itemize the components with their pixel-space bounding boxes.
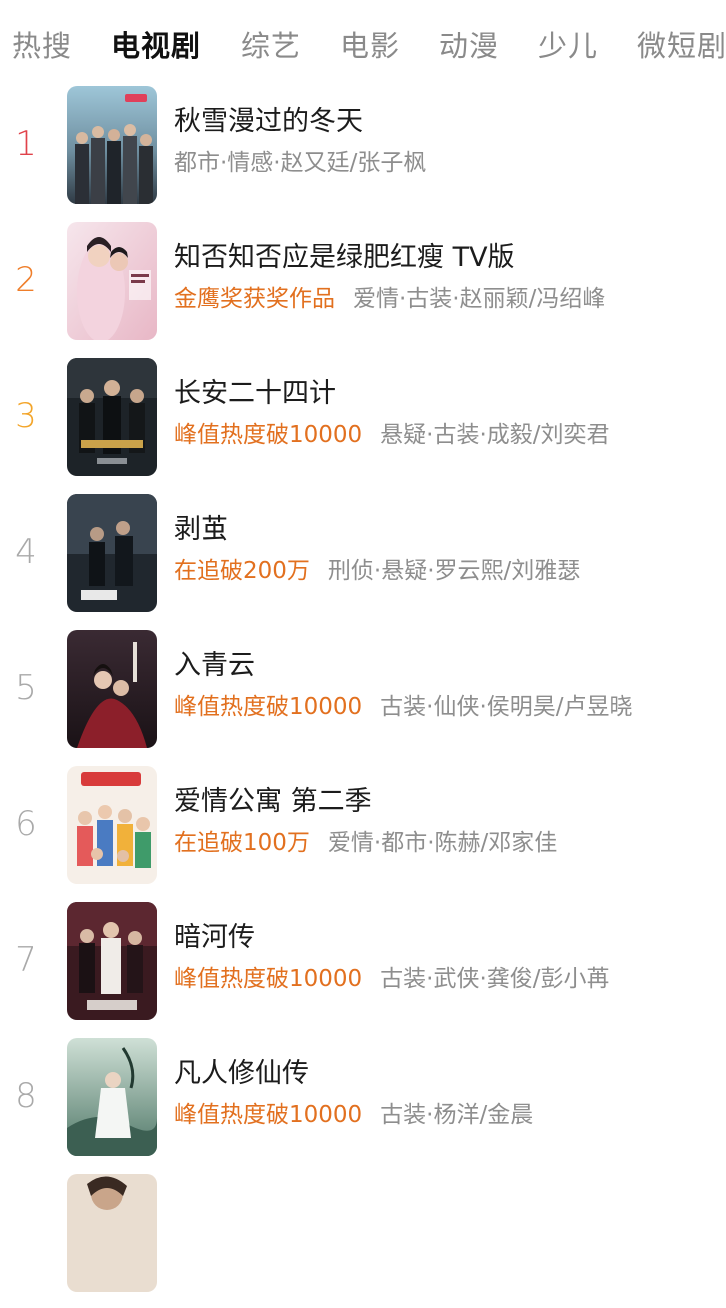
genre-cast-tags: 古装·仙侠·侯明昊/卢昱晓 — [380, 694, 633, 720]
show-meta: 峰值热度破10000 古装·杨洋/金晨 — [174, 1098, 533, 1132]
poster-thumbnail[interactable] — [67, 494, 157, 612]
poster-thumbnail[interactable] — [67, 1174, 157, 1292]
category-tab-bar: 热搜 电视剧 综艺 电影 动漫 少儿 微短剧 — [0, 0, 726, 92]
tab-anime[interactable]: 动漫 — [439, 24, 499, 68]
poster-thumbnail[interactable] — [67, 222, 157, 340]
tab-tv-series[interactable]: 电视剧 — [111, 24, 201, 68]
show-title: 长安二十四计 — [174, 378, 336, 409]
rank-number: 5 — [15, 668, 37, 708]
genre-cast-tags: 古装·杨洋/金晨 — [380, 1102, 534, 1128]
ranking-item[interactable]: 1 秋雪漫过的冬天 都市·情感·赵又廷/张子枫 — [0, 84, 726, 220]
tab-variety[interactable]: 综艺 — [241, 24, 301, 68]
show-title: 爱情公寓 第二季 — [174, 786, 372, 817]
ranking-item[interactable]: 2 知否知否应是绿肥红瘦 TV版 金鹰奖获奖作品 爱情·古装·赵丽颖/冯绍峰 — [0, 220, 726, 356]
genre-cast-tags: 古装·武侠·龚俊/彭小苒 — [380, 966, 610, 992]
tab-micro-drama[interactable]: 微短剧 — [637, 24, 726, 68]
highlight-badge: 在追破100万 — [174, 830, 310, 856]
show-title: 暗河传 — [174, 922, 255, 953]
rank-number: 3 — [15, 396, 37, 436]
genre-cast-tags: 悬疑·古装·成毅/刘奕君 — [380, 422, 610, 448]
genre-cast-tags: 爱情·都市·陈赫/邓家佳 — [327, 830, 558, 856]
show-title: 剥茧 — [174, 514, 228, 545]
poster-thumbnail[interactable] — [67, 902, 157, 1020]
poster-thumbnail[interactable] — [67, 766, 157, 884]
rank-number: 4 — [15, 532, 37, 572]
show-meta: 峰值热度破10000 古装·武侠·龚俊/彭小苒 — [174, 962, 610, 996]
highlight-badge: 峰值热度破10000 — [174, 1102, 363, 1128]
show-title: 凡人修仙传 — [174, 1058, 309, 1089]
tab-hot-search[interactable]: 热搜 — [12, 24, 72, 68]
rank-number: 6 — [15, 804, 37, 844]
rank-number: 7 — [15, 940, 37, 980]
poster-thumbnail[interactable] — [67, 630, 157, 748]
show-meta: 都市·情感·赵又廷/张子枫 — [174, 146, 426, 180]
poster-thumbnail[interactable] — [67, 86, 157, 204]
show-meta: 在追破200万 刑侦·悬疑·罗云熙/刘雅瑟 — [174, 554, 580, 588]
show-meta: 峰值热度破10000 古装·仙侠·侯明昊/卢昱晓 — [174, 690, 633, 724]
ranking-item[interactable]: 6 爱情公寓 第二季 在追破100万 爱情·都市·陈赫/邓家佳 — [0, 764, 726, 900]
show-title: 秋雪漫过的冬天 — [174, 106, 363, 137]
ranking-item[interactable]: 3 长安二十四计 峰值热度破10000 悬疑·古装·成毅/刘奕君 — [0, 356, 726, 492]
show-meta: 峰值热度破10000 悬疑·古装·成毅/刘奕君 — [174, 418, 610, 452]
tab-kids[interactable]: 少儿 — [538, 24, 598, 68]
genre-cast-tags: 刑侦·悬疑·罗云熙/刘雅瑟 — [327, 558, 581, 584]
rank-number: 1 — [15, 124, 37, 164]
ranking-item[interactable]: 4 剥茧 在追破200万 刑侦·悬疑·罗云熙/刘雅瑟 — [0, 492, 726, 628]
highlight-badge: 峰值热度破10000 — [174, 422, 363, 448]
ranking-item[interactable]: 7 暗河传 峰值热度破10000 古装·武侠·龚俊/彭小苒 — [0, 900, 726, 1036]
tab-movie[interactable]: 电影 — [340, 24, 400, 68]
show-meta: 在追破100万 爱情·都市·陈赫/邓家佳 — [174, 826, 557, 860]
highlight-badge: 金鹰奖获奖作品 — [174, 286, 335, 312]
ranking-item[interactable]: 8 凡人修仙传 峰值热度破10000 古装·杨洋/金晨 — [0, 1036, 726, 1172]
rank-number: 8 — [15, 1076, 37, 1116]
ranking-item[interactable] — [0, 1172, 726, 1308]
genre-cast-tags: 都市·情感·赵又廷/张子枫 — [174, 150, 427, 176]
highlight-badge: 峰值热度破10000 — [174, 966, 363, 992]
genre-cast-tags: 爱情·古装·赵丽颖/冯绍峰 — [353, 286, 606, 312]
poster-thumbnail[interactable] — [67, 1038, 157, 1156]
poster-thumbnail[interactable] — [67, 358, 157, 476]
ranking-item[interactable]: 5 入青云 峰值热度破10000 古装·仙侠·侯明昊/卢昱晓 — [0, 628, 726, 764]
show-meta: 金鹰奖获奖作品 爱情·古装·赵丽颖/冯绍峰 — [174, 282, 605, 316]
show-title: 知否知否应是绿肥红瘦 TV版 — [174, 242, 515, 273]
highlight-badge: 在追破200万 — [174, 558, 310, 584]
show-title: 入青云 — [174, 650, 255, 681]
highlight-badge: 峰值热度破10000 — [174, 694, 363, 720]
rank-number: 2 — [15, 260, 37, 300]
